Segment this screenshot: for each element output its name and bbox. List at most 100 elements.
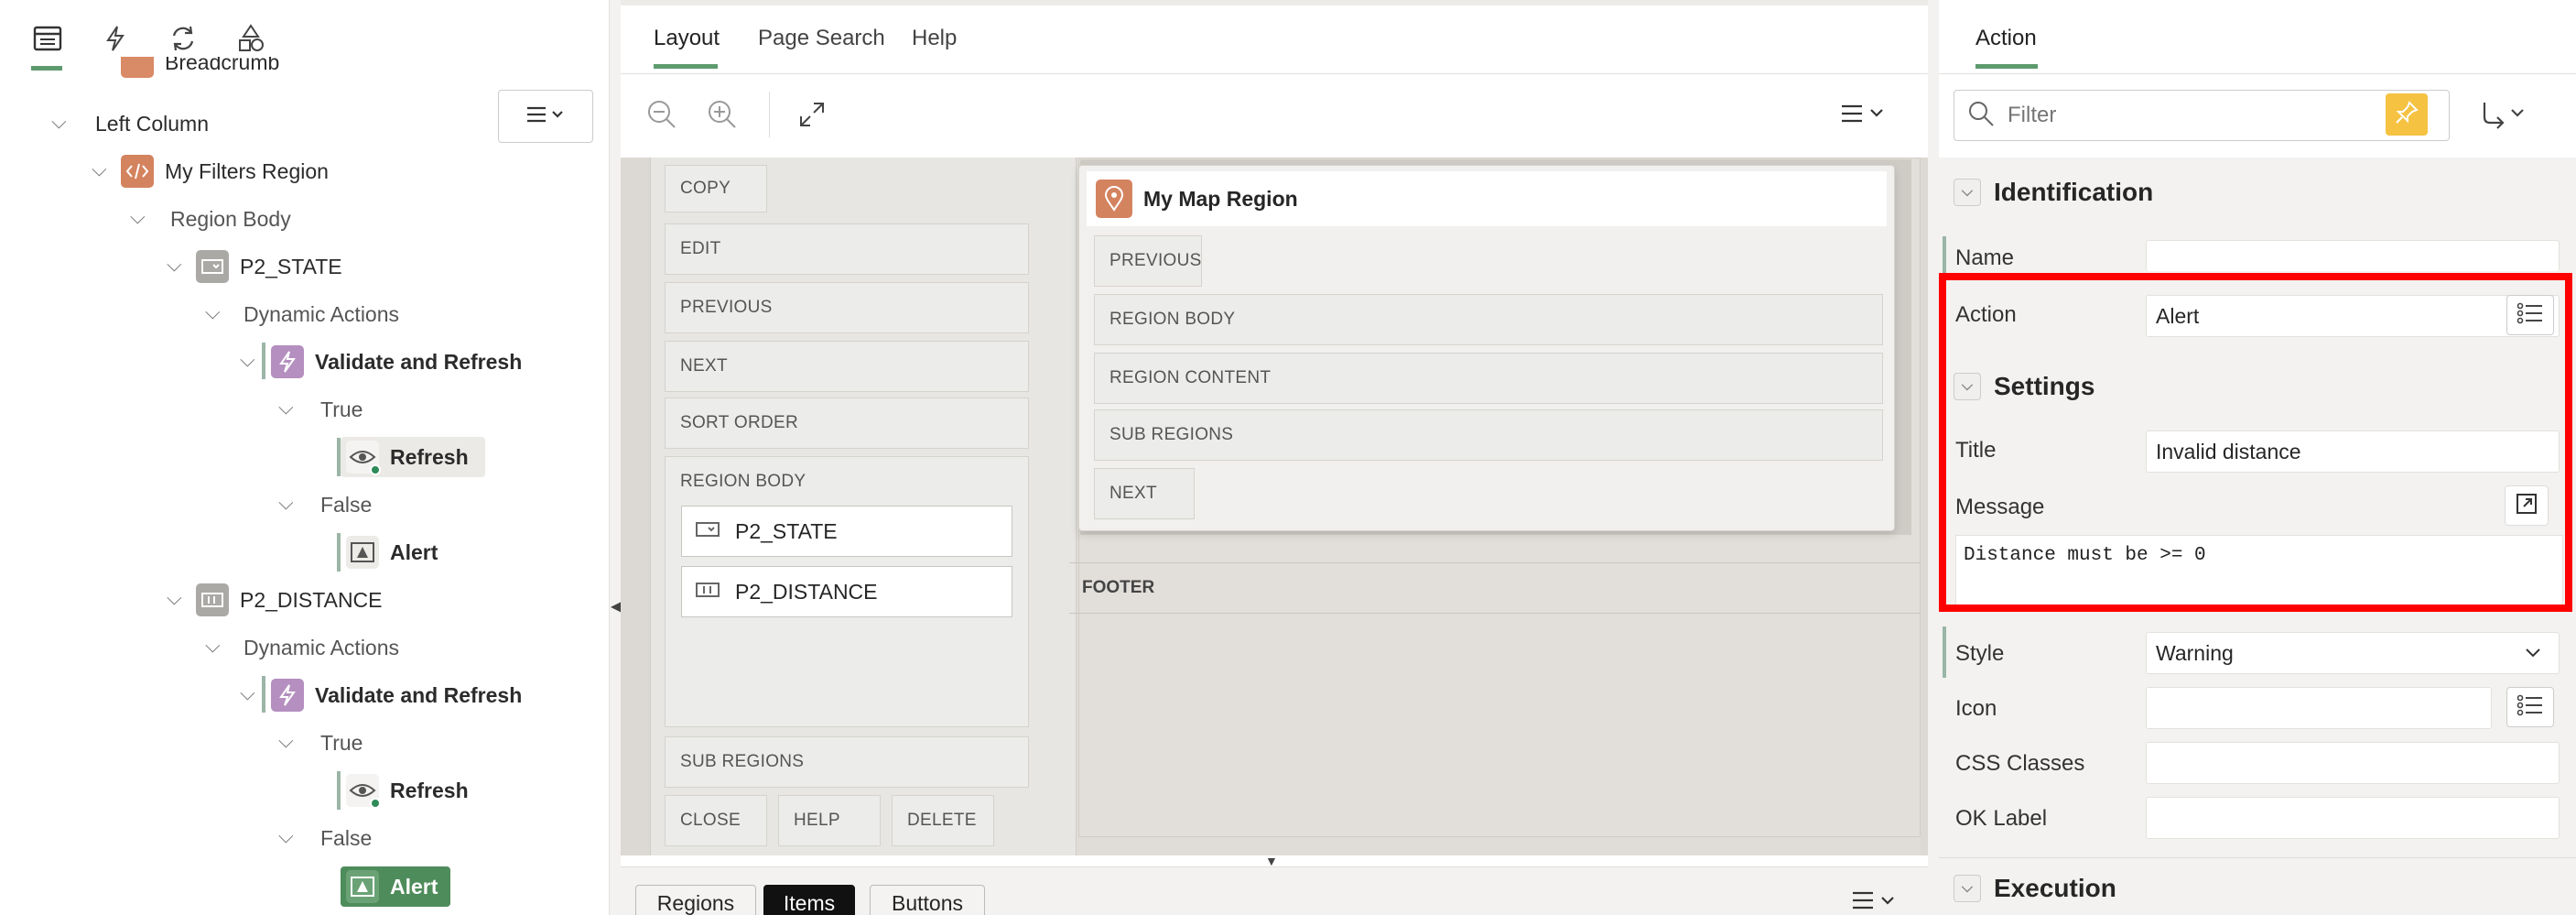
tree-node-true[interactable]: True [320, 723, 363, 763]
item-p2-distance[interactable]: P2_DISTANCE [681, 566, 1012, 617]
active-tab-indicator [654, 64, 718, 69]
gallery-tab-regions[interactable]: Regions [635, 885, 756, 915]
chevron-down-icon[interactable]: ⌵ [205, 300, 221, 324]
tree-node-validate-and-refresh[interactable]: Validate and Refresh [271, 342, 522, 382]
tree-node-validate-and-refresh[interactable]: Validate and Refresh [271, 675, 522, 715]
tree-guide-line [262, 343, 265, 379]
tree-menu-button[interactable] [498, 90, 593, 143]
name-label: Name [1955, 245, 2015, 270]
drop-zone-edit[interactable]: EDIT [665, 223, 1029, 275]
tree-node-true[interactable]: True [320, 389, 363, 430]
tree-node-p2-distance[interactable]: P2_DISTANCE [196, 580, 383, 620]
icon-list-button[interactable] [2506, 687, 2554, 727]
go-to-group-button[interactable] [2479, 99, 2530, 135]
layout-menu-button[interactable] [1840, 103, 1891, 129]
expand-icon[interactable] [798, 101, 826, 133]
item-p2-state[interactable]: P2_STATE [681, 506, 1012, 557]
dynamic-actions-tab[interactable] [95, 20, 135, 60]
breadcrumb-icon [121, 57, 154, 78]
shared-components-tab[interactable] [231, 20, 271, 60]
ok-label-field[interactable] [2146, 797, 2560, 839]
tree-node-dynamic-actions[interactable]: Dynamic Actions [244, 294, 399, 334]
drop-zone-copy[interactable]: COPY [665, 165, 767, 212]
filter-input[interactable] [2008, 103, 2355, 128]
chevron-down-icon[interactable]: ⌵ [278, 824, 294, 848]
tree-node-label: Breadcrumb [165, 57, 280, 74]
group-title: Execution [1994, 874, 2116, 902]
drop-zone-region-content[interactable]: REGION CONTENT [1094, 353, 1883, 404]
tree-node-label: Alert [390, 539, 438, 564]
pin-icon [2395, 100, 2419, 129]
tree-node-alert[interactable]: Alert [346, 532, 438, 572]
group-identification[interactable]: ⌵ Identification [1954, 178, 2153, 207]
tree-node-region-body[interactable]: Region Body [170, 199, 291, 239]
chevron-down-icon[interactable]: ⌵ [167, 586, 182, 610]
tree-node-breadcrumb[interactable]: Breadcrumb [121, 57, 279, 84]
tab-layout[interactable]: Layout [654, 26, 720, 51]
tab-help[interactable]: Help [912, 26, 957, 51]
style-label: Style [1955, 641, 2005, 666]
chevron-down-icon[interactable]: ⌵ [278, 491, 294, 515]
tree-node-label: Refresh [390, 778, 469, 802]
tree-node-false[interactable]: False [320, 818, 372, 858]
pin-button[interactable] [2386, 93, 2428, 136]
drop-zone-next[interactable]: NEXT [665, 341, 1029, 392]
drop-zone-help[interactable]: HELP [778, 795, 881, 846]
style-select[interactable]: Warning [2146, 632, 2560, 674]
chevron-down-icon[interactable]: ⌵ [205, 634, 221, 658]
chevron-down-icon[interactable]: ⌵ [240, 348, 255, 372]
tree-node-dynamic-actions[interactable]: Dynamic Actions [244, 627, 399, 668]
tree-node-alert-selected[interactable]: Alert [341, 866, 451, 907]
chevron-down-icon[interactable]: ⌵ [278, 729, 294, 753]
tree-node-refresh[interactable]: Refresh [341, 437, 485, 477]
drop-zone-region-body[interactable]: REGION BODY [1094, 294, 1883, 345]
tab-page-search[interactable]: Page Search [758, 26, 885, 51]
drop-zone-delete[interactable]: DELETE [892, 795, 994, 846]
gallery-tab-items[interactable]: Items [763, 885, 855, 915]
chevron-down-icon[interactable]: ⌵ [167, 253, 182, 277]
tree-node-refresh[interactable]: Refresh [346, 770, 469, 811]
drop-zone-sort-order[interactable]: SORT ORDER [665, 398, 1029, 449]
drop-zone-footer[interactable]: FOOTER [1069, 562, 1921, 614]
refresh-cycle-icon [168, 25, 198, 57]
tree-node-label: False [320, 492, 373, 517]
drop-zone-previous[interactable]: PREVIOUS [665, 282, 1029, 333]
chevron-down-icon[interactable]: ⌵ [240, 681, 255, 705]
chevron-down-icon[interactable]: ⌵ [92, 158, 107, 181]
tree-guide-line [337, 771, 341, 810]
css-classes-field[interactable] [2146, 742, 2560, 784]
left-splitter[interactable]: ◀ [610, 0, 622, 915]
filter-box [1954, 90, 2450, 141]
tab-action[interactable]: Action [1975, 26, 2037, 51]
group-execution[interactable]: ⌵ Execution [1954, 874, 2116, 903]
tree-node-label: True [320, 397, 363, 421]
right-splitter[interactable] [1928, 0, 1939, 915]
chevron-down-icon[interactable]: ⌵ [51, 110, 67, 134]
tree-node-p2-state[interactable]: P2_STATE [196, 246, 342, 287]
zoom-in-icon[interactable] [707, 99, 738, 135]
gallery-menu-button[interactable] [1851, 890, 1902, 915]
drop-zone-sub-regions[interactable]: SUB REGIONS [1094, 409, 1883, 461]
tree-node-left-column[interactable]: Left Column [95, 103, 209, 144]
name-field[interactable] [2146, 240, 2560, 271]
lightning-icon [271, 679, 304, 712]
warning-icon [346, 536, 379, 569]
tree-node-my-filters-region[interactable]: My Filters Region [121, 151, 329, 191]
drop-zone-next[interactable]: NEXT [1094, 468, 1195, 519]
tree-node-false[interactable]: False [320, 485, 372, 525]
chevron-down-icon[interactable]: ⌵ [130, 205, 146, 229]
chevron-down-icon[interactable]: ⌵ [278, 396, 294, 419]
zoom-out-icon[interactable] [646, 99, 677, 135]
drop-zone-sub-regions[interactable]: SUB REGIONS [665, 736, 1029, 788]
icon-field[interactable] [2146, 687, 2492, 729]
drop-zone-close[interactable]: CLOSE [665, 795, 767, 846]
map-region-card[interactable]: My Map Region PREVIOUS REGION BODY REGIO… [1078, 165, 1895, 531]
map-region-header[interactable]: My Map Region [1087, 171, 1887, 226]
select-list-item-icon [196, 250, 229, 283]
drop-zone-previous[interactable]: PREVIOUS [1094, 235, 1202, 287]
processing-tab[interactable] [163, 20, 203, 60]
gallery-tab-buttons[interactable]: Buttons [870, 885, 985, 915]
ok-label-label: OK Label [1955, 806, 2048, 831]
tree-node-label: My Filters Region [165, 158, 329, 183]
rendering-tab[interactable] [27, 20, 68, 60]
